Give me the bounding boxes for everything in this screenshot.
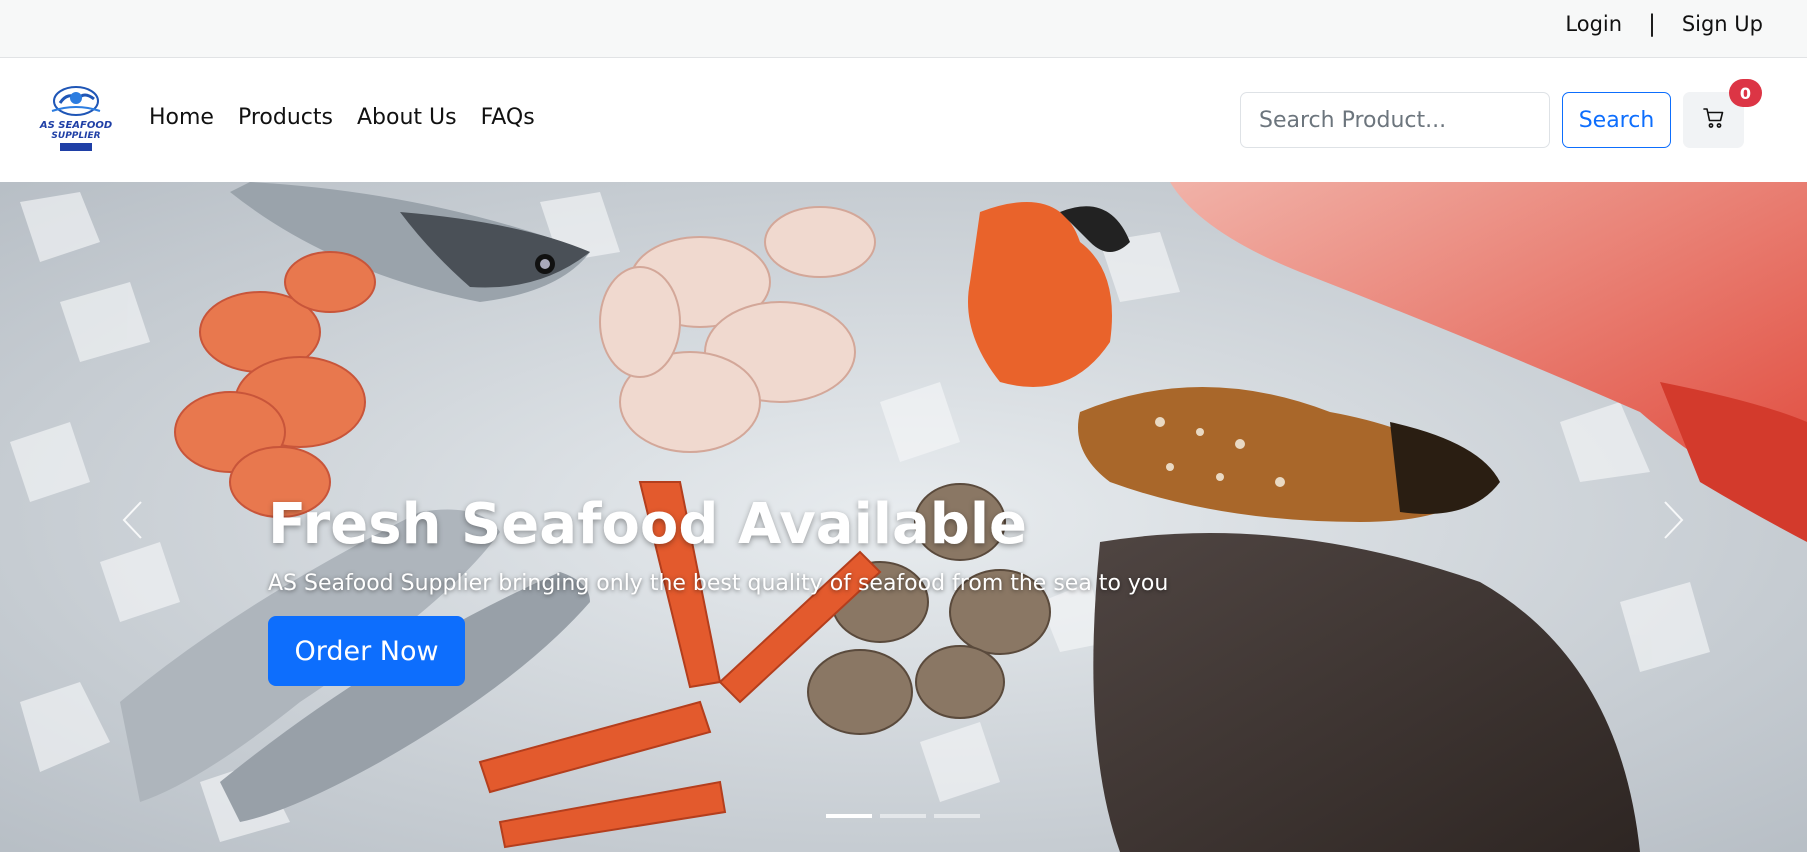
cart-icon [1702, 106, 1726, 134]
top-bar: Login | Sign Up [0, 0, 1807, 58]
logo-text-2: SUPPLIER [51, 131, 100, 141]
nav-item-faqs[interactable]: FAQs [481, 105, 535, 130]
chevron-left-icon [121, 500, 143, 544]
logo-text-1: AS SEAFOOD [39, 120, 112, 131]
search-input[interactable] [1240, 92, 1550, 148]
hero-title: Fresh Seafood Available [268, 492, 1028, 557]
account-separator: | [1648, 11, 1656, 37]
login-link[interactable]: Login [1565, 12, 1622, 36]
carousel-next-button[interactable] [1654, 492, 1694, 552]
account-links: Login | Sign Up [1565, 11, 1763, 37]
chevron-right-icon [1663, 500, 1685, 544]
brand-logo[interactable]: AS SEAFOOD SUPPLIER [38, 83, 114, 155]
nav-item-about-us[interactable]: About Us [357, 105, 457, 130]
hero-carousel: Fresh Seafood Available AS Seafood Suppl… [0, 182, 1807, 852]
primary-nav: Home Products About Us FAQs [149, 105, 535, 130]
main-navbar: AS SEAFOOD SUPPLIER Home Products About … [0, 58, 1807, 182]
carousel-indicator-1[interactable] [826, 814, 872, 818]
order-now-button[interactable]: Order Now [268, 616, 465, 686]
nav-item-home[interactable]: Home [149, 105, 214, 130]
signup-link[interactable]: Sign Up [1682, 12, 1763, 36]
hero-caption: Fresh Seafood Available AS Seafood Suppl… [268, 492, 1168, 686]
cart-count-badge: 0 [1729, 79, 1762, 107]
nav-item-products[interactable]: Products [238, 105, 333, 130]
carousel-prev-button[interactable] [112, 492, 152, 552]
search-button[interactable]: Search [1562, 92, 1671, 148]
hero-subtitle: AS Seafood Supplier bringing only the be… [268, 571, 1169, 596]
carousel-indicator-3[interactable] [934, 814, 980, 818]
carousel-indicators [826, 814, 980, 818]
carousel-indicator-2[interactable] [880, 814, 926, 818]
